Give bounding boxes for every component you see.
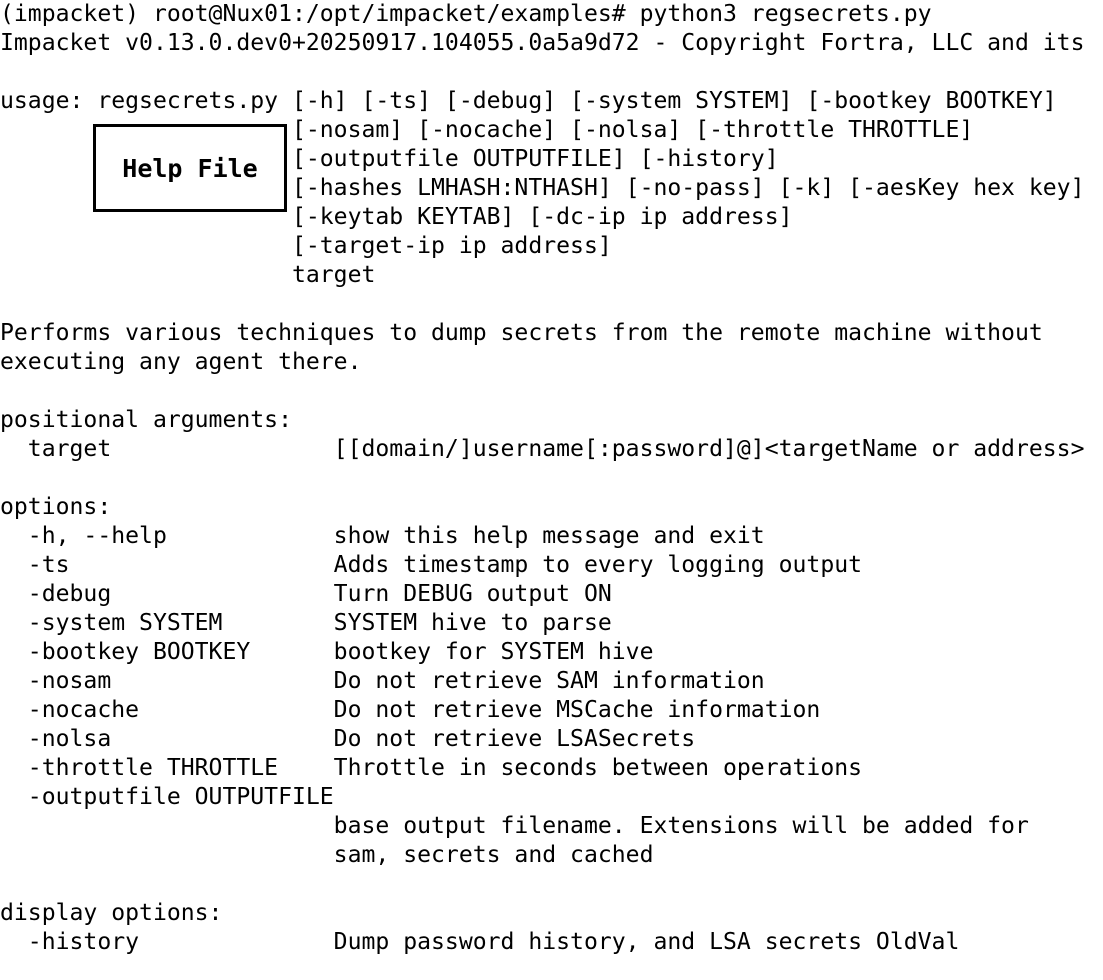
terminal-line: -system SYSTEM SYSTEM hive to parse [0, 610, 612, 636]
terminal-line: -ts Adds timestamp to every logging outp… [0, 552, 863, 578]
help-file-annotation-label: Help File [93, 124, 287, 212]
terminal-line: -history Dump password history, and LSA … [0, 929, 960, 955]
terminal-line: -bootkey BOOTKEY bootkey for SYSTEM hive [0, 639, 654, 665]
terminal-line: target [0, 262, 376, 288]
terminal-line: -throttle THROTTLE Throttle in seconds b… [0, 755, 863, 781]
terminal-line: options: [0, 494, 112, 520]
terminal-line: positional arguments: [0, 407, 292, 433]
terminal-line: executing any agent there. [0, 349, 362, 375]
terminal-line: Impacket v0.13.0.dev0+20250917.104055.0a… [0, 30, 1085, 56]
terminal-line: sam, secrets and cached [0, 842, 654, 868]
terminal-line: -h, --help show this help message and ex… [0, 523, 765, 549]
terminal-line: -nosam Do not retrieve SAM information [0, 668, 765, 694]
terminal-line: display options: [0, 900, 223, 926]
terminal-line: -nocache Do not retrieve MSCache informa… [0, 697, 821, 723]
terminal-line: -nolsa Do not retrieve LSASecrets [0, 726, 696, 752]
terminal-line: -outputfile OUTPUTFILE [0, 784, 334, 810]
terminal-line: (impacket) root@Nux01:/opt/impacket/exam… [0, 1, 932, 27]
terminal-line: [-target-ip ip address] [0, 233, 612, 259]
terminal-line: base output filename. Extensions will be… [0, 813, 1029, 839]
terminal-line: Performs various techniques to dump secr… [0, 320, 1043, 346]
terminal-line: target [[domain/]username[:password]@]<t… [0, 436, 1085, 462]
terminal-line: usage: regsecrets.py [-h] [-ts] [-debug]… [0, 88, 1057, 114]
terminal-line: -debug Turn DEBUG output ON [0, 581, 612, 607]
